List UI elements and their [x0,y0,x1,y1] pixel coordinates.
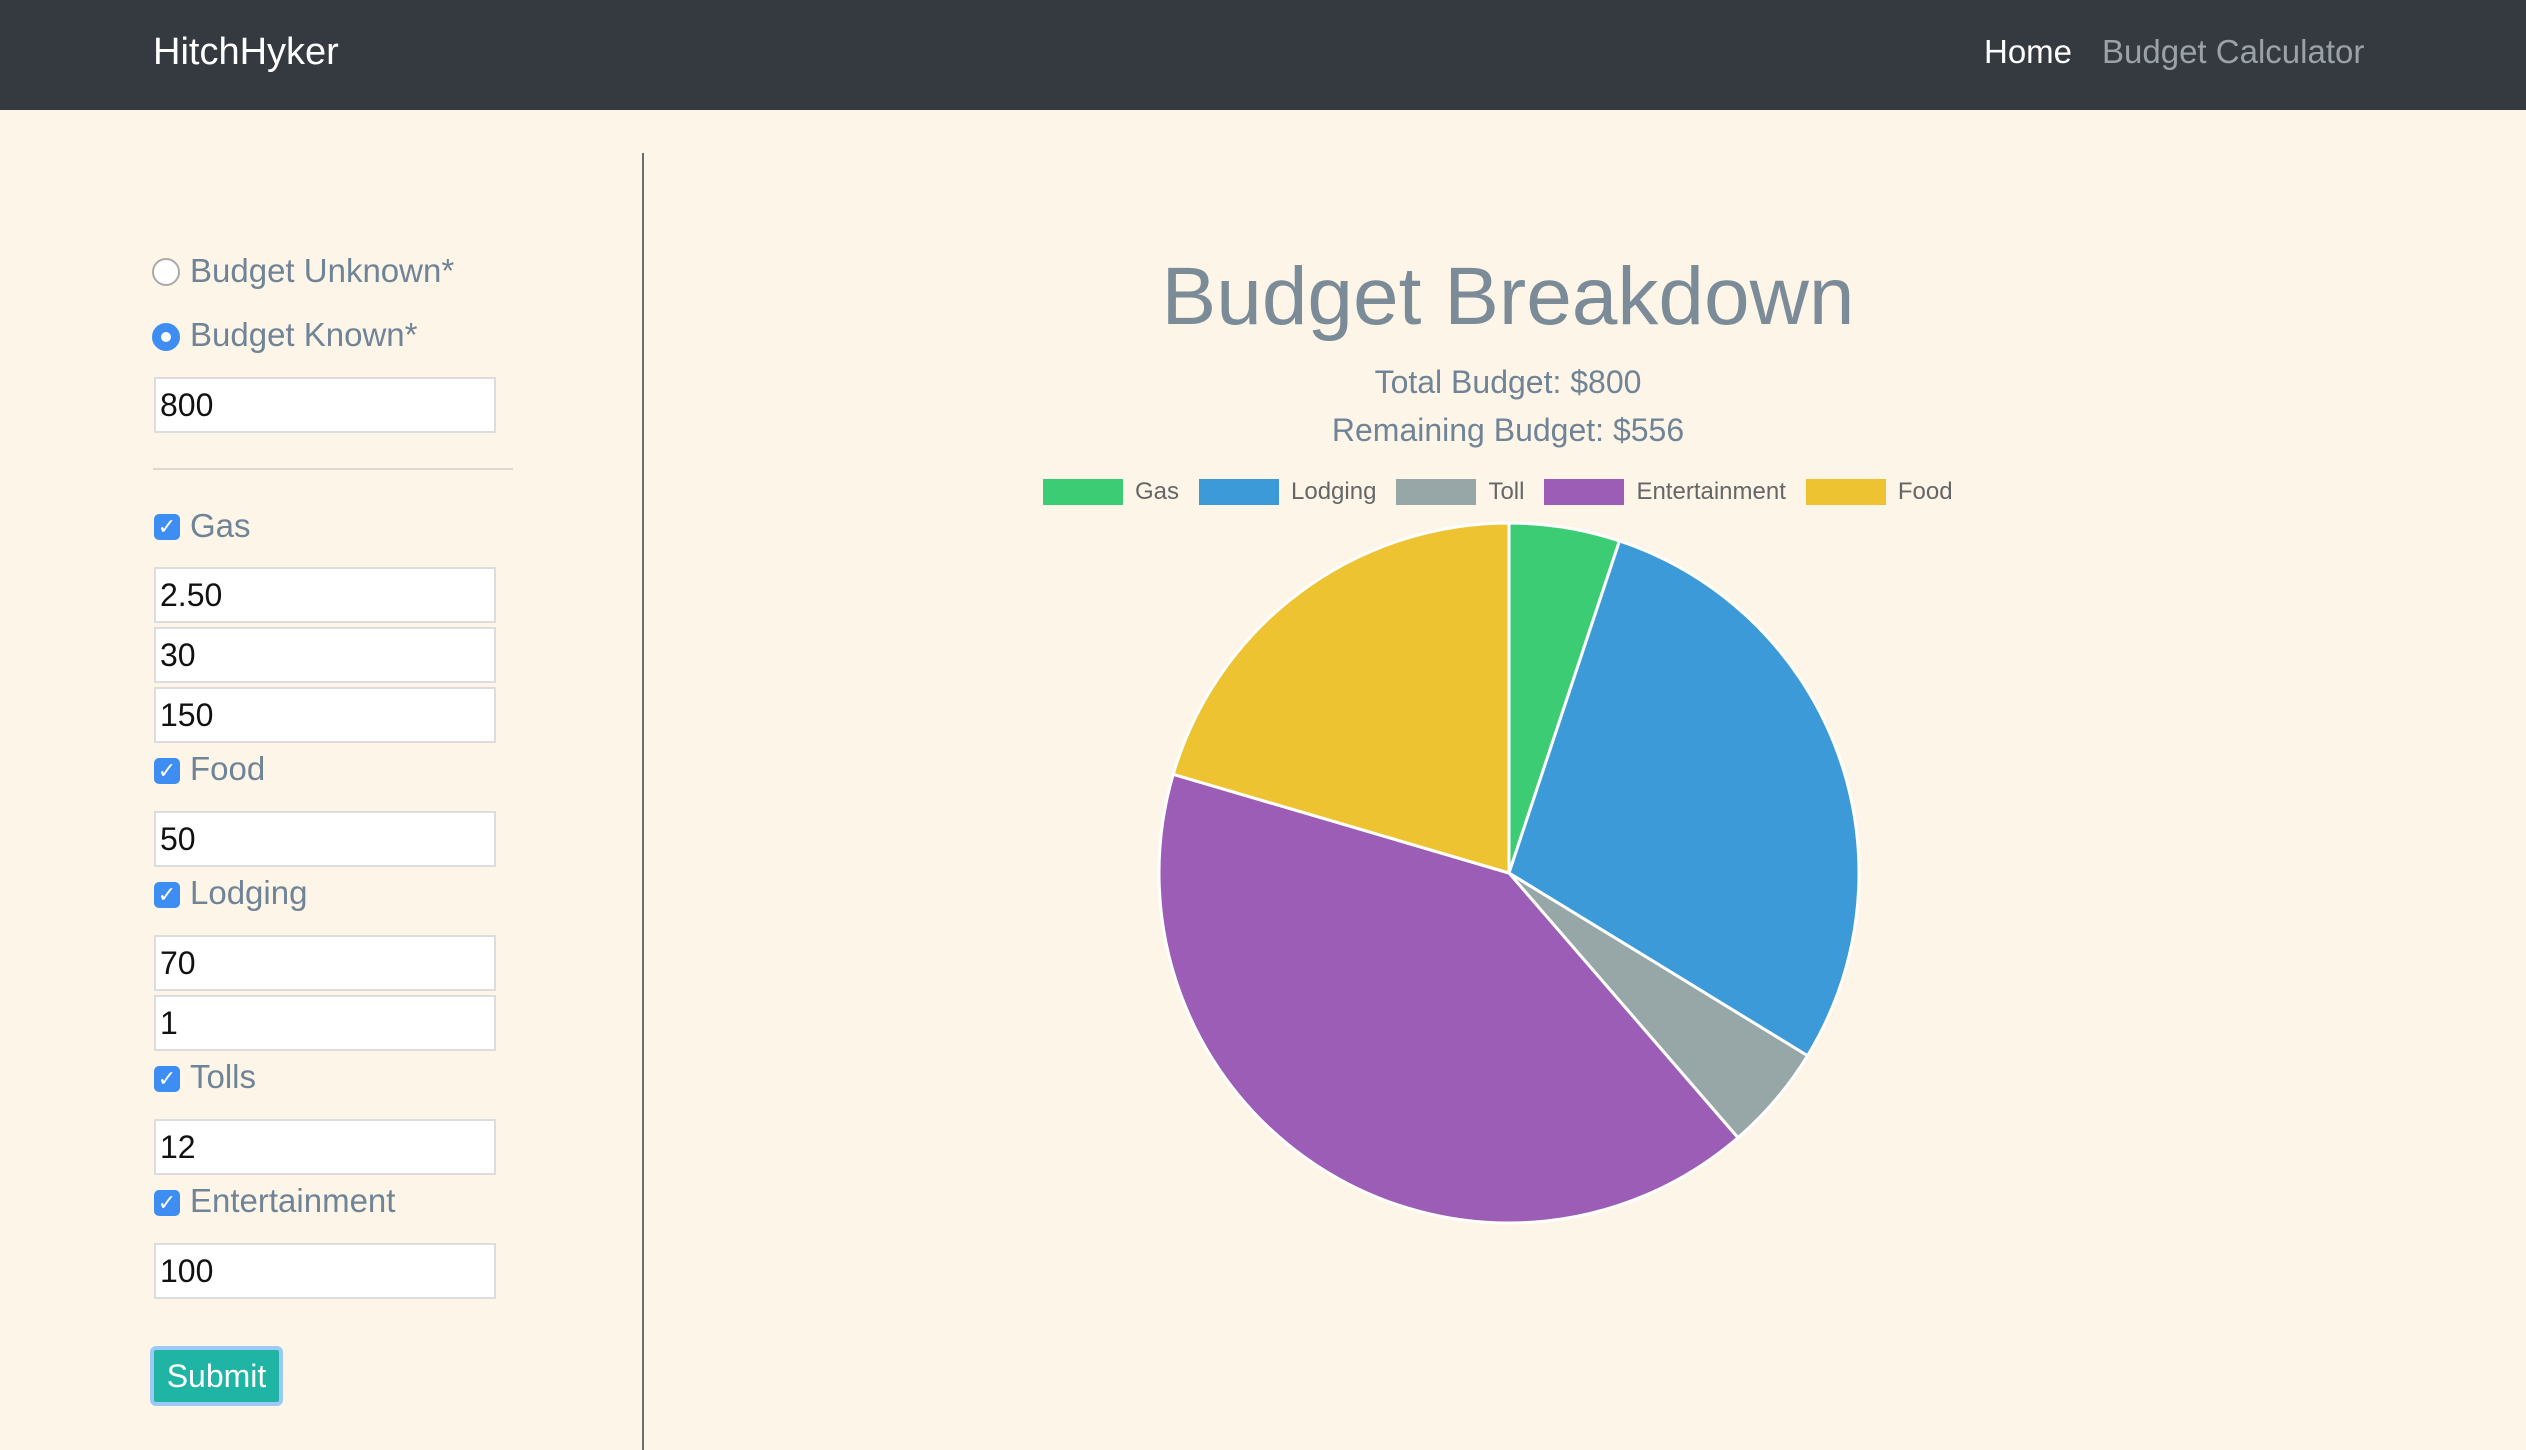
pie-chart [1157,521,1861,1225]
